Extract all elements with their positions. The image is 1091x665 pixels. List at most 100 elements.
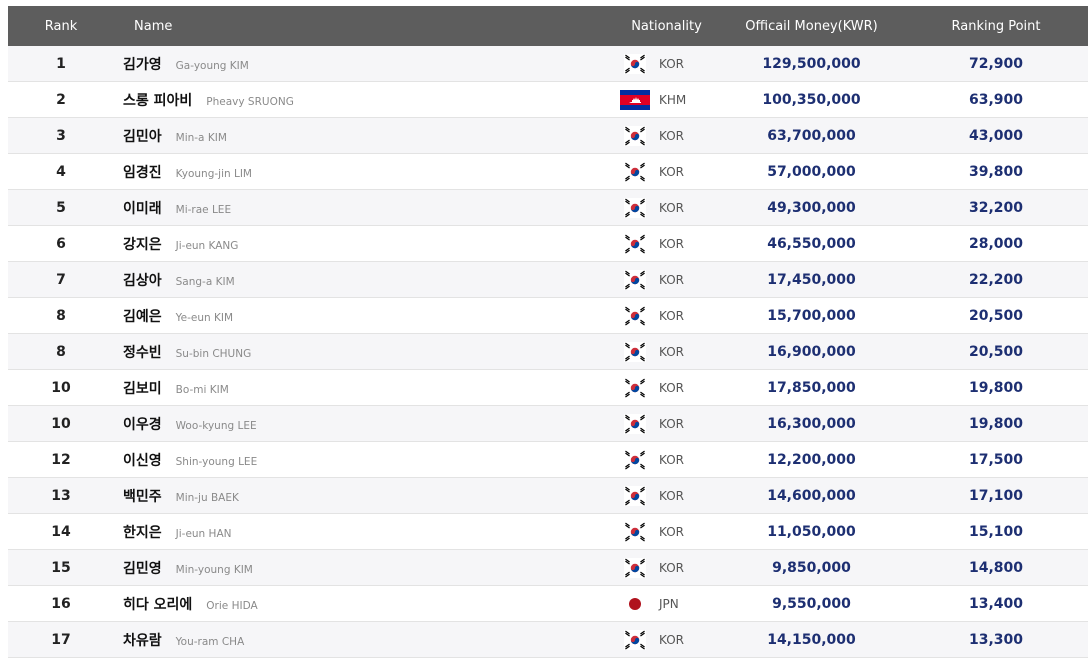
player-korean-name[interactable]: 임경진 <box>123 162 162 182</box>
player-english-name: Orie HIDA <box>206 599 258 612</box>
money-cell: 17,450,000 <box>767 271 856 288</box>
kor-flag-icon <box>620 449 650 470</box>
player-korean-name[interactable]: 정수빈 <box>123 342 162 362</box>
player-korean-name[interactable]: 김예은 <box>123 306 162 326</box>
rank-cell: 10 <box>51 415 71 432</box>
table-header: Rank Name Nationality Officail Money(KWR… <box>8 6 1088 46</box>
rank-cell: 13 <box>51 487 71 504</box>
point-cell: 20,500 <box>968 307 1024 324</box>
table-row[interactable]: 4 임경진 Kyoung-jin LIM KOR 57,000,000 39,8… <box>8 154 1088 190</box>
nationality-cell: KOR <box>604 413 719 434</box>
header-name: Name <box>134 18 173 34</box>
name-cell: 백민주 Min-ju BAEK <box>114 486 604 506</box>
money-cell: 16,900,000 <box>767 343 856 360</box>
name-cell: 강지은 Ji-eun KANG <box>114 234 604 254</box>
player-korean-name[interactable]: 김민아 <box>123 126 162 146</box>
table-row[interactable]: 8 정수빈 Su-bin CHUNG KOR 16,900,000 20,500 <box>8 334 1088 370</box>
money-cell: 15,700,000 <box>767 307 856 324</box>
player-korean-name[interactable]: 김보미 <box>123 378 162 398</box>
nationality-code: KOR <box>659 308 684 323</box>
rank-cell: 6 <box>56 235 66 252</box>
kor-flag-icon <box>620 197 650 218</box>
nationality-cell: KOR <box>604 449 719 470</box>
table-row[interactable]: 15 김민영 Min-young KIM KOR 9,850,000 14,80… <box>8 550 1088 586</box>
kor-flag-icon <box>620 161 650 182</box>
table-row[interactable]: 7 김상아 Sang-a KIM KOR 17,450,000 22,200 <box>8 262 1088 298</box>
player-english-name: Mi-rae LEE <box>175 203 232 216</box>
table-row[interactable]: 12 이신영 Shin-young LEE KOR 12,200,000 17,… <box>8 442 1088 478</box>
player-korean-name[interactable]: 백민주 <box>123 486 162 506</box>
table-row[interactable]: 10 이우경 Woo-kyung LEE KOR 16,300,000 19,8… <box>8 406 1088 442</box>
nationality-code: KHM <box>659 92 687 107</box>
rank-cell: 7 <box>56 271 66 288</box>
table-row[interactable]: 8 김예은 Ye-eun KIM KOR 15,700,000 20,500 <box>8 298 1088 334</box>
table-row[interactable]: 3 김민아 Min-a KIM KOR 63,700,000 43,000 <box>8 118 1088 154</box>
point-cell: 19,800 <box>968 379 1024 396</box>
player-korean-name[interactable]: 이우경 <box>123 414 162 434</box>
player-korean-name[interactable]: 한지은 <box>123 522 162 542</box>
kor-flag-icon <box>620 377 650 398</box>
nationality-code: KOR <box>659 344 684 359</box>
nationality-code: KOR <box>659 632 684 647</box>
nationality-code: KOR <box>659 164 684 179</box>
player-korean-name[interactable]: 김가영 <box>123 54 162 74</box>
player-korean-name[interactable]: 차유람 <box>123 630 162 650</box>
nationality-code: KOR <box>659 56 684 71</box>
kor-flag-icon <box>620 53 650 74</box>
table-row[interactable]: 2 스롱 피아비 Pheavy SRUONG KHM 100,350,000 6… <box>8 82 1088 118</box>
kor-flag-icon <box>620 269 650 290</box>
player-korean-name[interactable]: 김상아 <box>123 270 162 290</box>
nationality-cell: KOR <box>604 269 719 290</box>
nationality-cell: KOR <box>604 557 719 578</box>
player-english-name: Min-ju BAEK <box>175 491 239 504</box>
ranking-table: Rank Name Nationality Officail Money(KWR… <box>8 6 1088 658</box>
player-korean-name[interactable]: 스롱 피아비 <box>123 90 192 110</box>
money-cell: 11,050,000 <box>767 523 856 540</box>
table-row[interactable]: 16 히다 오리에 Orie HIDA JPN 9,550,000 13,400 <box>8 586 1088 622</box>
table-row[interactable]: 6 강지은 Ji-eun KANG KOR 46,550,000 28,000 <box>8 226 1088 262</box>
table-row[interactable]: 10 김보미 Bo-mi KIM KOR 17,850,000 19,800 <box>8 370 1088 406</box>
table-row[interactable]: 17 차유람 You-ram CHA KOR 14,150,000 13,300 <box>8 622 1088 658</box>
name-cell: 김민영 Min-young KIM <box>114 558 604 578</box>
nationality-cell: KOR <box>604 305 719 326</box>
name-cell: 김민아 Min-a KIM <box>114 126 604 146</box>
player-english-name: Ga-young KIM <box>175 59 249 72</box>
name-cell: 이미래 Mi-rae LEE <box>114 198 604 218</box>
nationality-cell: KOR <box>604 125 719 146</box>
money-cell: 46,550,000 <box>767 235 856 252</box>
rank-cell: 15 <box>51 559 71 576</box>
money-cell: 12,200,000 <box>767 451 856 468</box>
name-cell: 이우경 Woo-kyung LEE <box>114 414 604 434</box>
name-cell: 이신영 Shin-young LEE <box>114 450 604 470</box>
table-row[interactable]: 5 이미래 Mi-rae LEE KOR 49,300,000 32,200 <box>8 190 1088 226</box>
player-english-name: Bo-mi KIM <box>175 383 229 396</box>
player-korean-name[interactable]: 이신영 <box>123 450 162 470</box>
point-cell: 20,500 <box>968 343 1024 360</box>
rank-cell: 4 <box>56 163 66 180</box>
rank-cell: 8 <box>56 307 66 324</box>
money-cell: 16,300,000 <box>767 415 856 432</box>
player-english-name: Pheavy SRUONG <box>206 95 294 108</box>
player-korean-name[interactable]: 히다 오리에 <box>123 594 192 614</box>
header-nationality: Nationality <box>631 18 702 34</box>
money-cell: 129,500,000 <box>762 55 861 72</box>
point-cell: 39,800 <box>968 163 1024 180</box>
point-cell: 43,000 <box>968 127 1024 144</box>
point-cell: 13,300 <box>968 631 1024 648</box>
money-cell: 14,150,000 <box>767 631 856 648</box>
header-rank: Rank <box>44 18 78 34</box>
table-row[interactable]: 1 김가영 Ga-young KIM KOR 129,500,000 72,90… <box>8 46 1088 82</box>
player-korean-name[interactable]: 강지은 <box>123 234 162 254</box>
table-row[interactable]: 13 백민주 Min-ju BAEK KOR 14,600,000 17,100 <box>8 478 1088 514</box>
name-cell: 한지은 Ji-eun HAN <box>114 522 604 542</box>
player-korean-name[interactable]: 이미래 <box>123 198 162 218</box>
point-cell: 17,500 <box>968 451 1024 468</box>
name-cell: 김보미 Bo-mi KIM <box>114 378 604 398</box>
rank-cell: 2 <box>56 91 66 108</box>
player-korean-name[interactable]: 김민영 <box>123 558 162 578</box>
kor-flag-icon <box>620 521 650 542</box>
point-cell: 63,900 <box>968 91 1024 108</box>
kor-flag-icon <box>620 341 650 362</box>
money-cell: 100,350,000 <box>762 91 861 108</box>
table-row[interactable]: 14 한지은 Ji-eun HAN KOR 11,050,000 15,100 <box>8 514 1088 550</box>
